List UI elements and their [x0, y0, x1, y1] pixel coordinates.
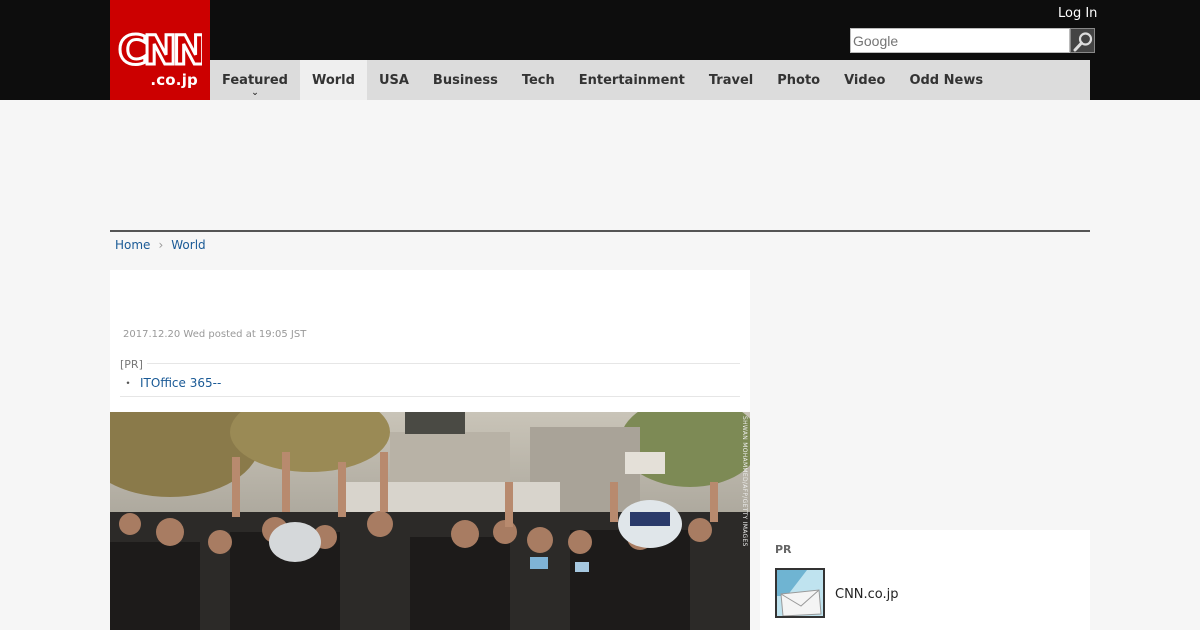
nav-item-usa[interactable]: USA	[367, 60, 421, 100]
sidebar-pr-card: PR CNN.co.jp	[760, 530, 1090, 630]
protest-crowd-image	[110, 412, 750, 630]
search-button[interactable]	[1070, 28, 1095, 53]
nav-item-label: Video	[844, 72, 886, 88]
logo-domain: .co.jp	[150, 71, 198, 89]
pr-item-title[interactable]: CNN.co.jp	[835, 587, 899, 602]
breadcrumb: Home › World	[115, 238, 206, 252]
nav-item-entertainment[interactable]: Entertainment	[567, 60, 697, 100]
photo-credit: SHWAN MOHAMMED/AFP/GETTY IMAGES	[741, 416, 748, 547]
article-photo[interactable]: SHWAN MOHAMMED/AFP/GETTY IMAGES	[110, 412, 750, 630]
bullet-icon: ・	[122, 376, 135, 390]
nav-item-label: Tech	[521, 72, 555, 88]
nav-item-business[interactable]: Business	[421, 60, 510, 100]
pr-link[interactable]: ・ ITOffice 365--	[122, 374, 221, 391]
envelope-laptop-icon	[777, 570, 823, 616]
nav-item-label: Photo	[777, 72, 821, 88]
chevron-down-icon: ⌄	[251, 88, 259, 98]
nav-item-photo[interactable]: Photo	[765, 60, 832, 100]
pr-thumbnail[interactable]	[775, 568, 825, 618]
login-link[interactable]: Log In	[1058, 6, 1097, 21]
chevron-right-icon: ›	[158, 238, 164, 252]
nav-item-odd-news[interactable]: Odd News	[897, 60, 995, 100]
section-divider	[110, 230, 1090, 232]
nav-item-travel[interactable]: Travel	[697, 60, 765, 100]
pr-label: [PR]	[120, 358, 147, 371]
nav-item-label: World	[311, 72, 355, 88]
breadcrumb-world[interactable]: World	[171, 238, 205, 252]
main-nav: Featured ⌄ World USA Business Tech Enter…	[210, 60, 1090, 100]
nav-item-label: Travel	[708, 72, 754, 88]
nav-item-world[interactable]: World	[299, 60, 367, 100]
cnn-logo-mark: CNN	[118, 27, 202, 71]
nav-item-label: Featured	[222, 72, 288, 88]
nav-item-video[interactable]: Video	[832, 60, 897, 100]
pr-link-text: ITOffice 365--	[140, 376, 222, 390]
search-input[interactable]	[850, 28, 1070, 53]
article-card: 2017.12.20 Wed posted at 19:05 JST [PR] …	[110, 270, 750, 630]
nav-item-label: Business	[432, 72, 498, 88]
ad-banner-area	[110, 100, 1090, 230]
nav-item-label: Odd News	[909, 72, 984, 88]
nav-item-label: Entertainment	[578, 72, 685, 88]
cnn-logo[interactable]: CNN .co.jp	[110, 0, 210, 100]
breadcrumb-home[interactable]: Home	[115, 238, 150, 252]
post-date: 2017.12.20 Wed posted at 19:05 JST	[123, 329, 307, 340]
nav-item-tech[interactable]: Tech	[510, 60, 567, 100]
nav-item-label: USA	[378, 72, 409, 88]
nav-item-featured[interactable]: Featured ⌄	[210, 60, 300, 100]
sidebar-pr-label: PR	[775, 543, 792, 556]
svg-text:CNN: CNN	[118, 28, 202, 70]
search-icon	[1073, 32, 1093, 52]
